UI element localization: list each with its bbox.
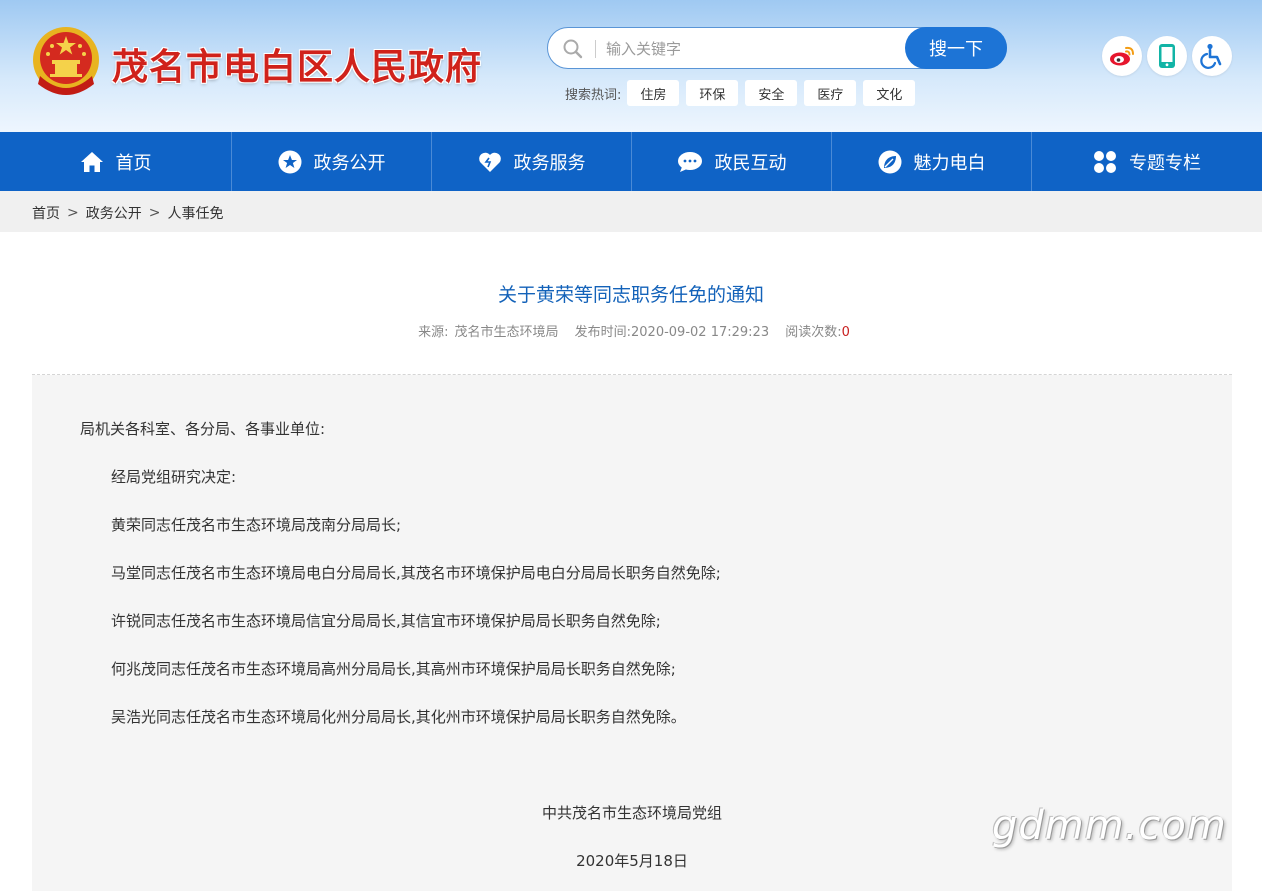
nav-label: 魅力电白 bbox=[913, 152, 986, 174]
mobile-icon bbox=[1159, 44, 1175, 68]
nav-label: 政务公开 bbox=[313, 152, 386, 174]
paragraph: 马堂同志任茂名市生态环境局电白分局局长,其茂名市环境保护局电白分局局长职务自然免… bbox=[111, 564, 721, 582]
time-value: 2020-09-02 17:29:23 bbox=[631, 325, 770, 340]
paragraph: 吴浩光同志任茂名市生态环境局化州分局局长,其化州市环境保护局局长职务自然免除。 bbox=[111, 708, 686, 726]
paragraph: 经局党组研究决定: bbox=[111, 468, 237, 486]
hot-tag-safety[interactable]: 安全 bbox=[745, 80, 798, 106]
hot-tag-environment[interactable]: 环保 bbox=[686, 80, 739, 106]
heart-icon bbox=[478, 152, 501, 172]
source-label: 来源: bbox=[418, 325, 449, 340]
document-date: 2020年5月18日 bbox=[576, 852, 688, 870]
accessibility-icon bbox=[1200, 43, 1222, 69]
paragraph: 许锐同志任茂名市生态环境局信宜分局局长,其信宜市环境保护局局长职务自然免除; bbox=[111, 612, 661, 630]
article-meta: 来源: 茂名市生态环境局 发布时间:2020-09-02 17:29:23 阅读次… bbox=[0, 321, 1262, 340]
weibo-button[interactable] bbox=[1102, 36, 1142, 76]
nav-label: 政民互动 bbox=[714, 152, 787, 174]
salutation: 局机关各科室、各分局、各事业单位: bbox=[80, 420, 326, 438]
nav-item-gov-services[interactable]: 政务服务 bbox=[432, 132, 632, 191]
breadcrumb-home[interactable]: 首页 bbox=[32, 203, 60, 223]
hot-search-label: 搜索热词: bbox=[565, 87, 622, 103]
chat-icon bbox=[677, 151, 702, 172]
hot-tag-medical[interactable]: 医疗 bbox=[804, 80, 857, 106]
grid-icon bbox=[1094, 150, 1116, 173]
leaf-icon bbox=[878, 150, 901, 173]
nav-item-gov-affairs[interactable]: 政务公开 bbox=[232, 132, 432, 191]
nav-item-charm-dianbai[interactable]: 魅力电白 bbox=[832, 132, 1032, 191]
hot-tag-culture[interactable]: 文化 bbox=[863, 80, 916, 106]
hot-search: 搜索热词: 住房 环保 安全 医疗 文化 bbox=[565, 80, 922, 106]
search-box: 搜一下 bbox=[547, 27, 1007, 69]
search-divider bbox=[595, 40, 596, 58]
star-icon bbox=[278, 150, 301, 173]
breadcrumb: 首页 > 政务公开 > 人事任免 bbox=[32, 203, 223, 223]
article-title: 关于黄荣等同志职务任免的通知 bbox=[497, 284, 764, 306]
breadcrumb-bar: 首页 > 政务公开 > 人事任免 bbox=[0, 191, 1262, 232]
site-header: 茂名市电白区人民政府 搜一下 搜索热词: 住房 环保 安全 医疗 文化 bbox=[0, 0, 1262, 132]
site-title[interactable]: 茂名市电白区人民政府 bbox=[112, 38, 482, 90]
main-nav: 首页 政务公开 政务服务 政民互动 魅力电白 专题专栏 bbox=[0, 132, 1262, 191]
home-icon bbox=[80, 151, 103, 172]
views-label: 阅读次数: bbox=[785, 325, 842, 340]
search-button[interactable]: 搜一下 bbox=[905, 27, 1007, 69]
breadcrumb-separator: > bbox=[148, 205, 161, 221]
weibo-icon bbox=[1110, 46, 1134, 66]
nav-label: 政务服务 bbox=[513, 152, 586, 174]
nav-item-interaction[interactable]: 政民互动 bbox=[632, 132, 832, 191]
breadcrumb-separator: > bbox=[67, 205, 79, 221]
hot-tag-housing[interactable]: 住房 bbox=[627, 80, 680, 106]
paragraph: 何兆茂同志任茂名市生态环境局高州分局局长,其高州市环境保护局局长职务自然免除; bbox=[111, 660, 676, 678]
views-count: 0 bbox=[841, 325, 850, 340]
breadcrumb-personnel[interactable]: 人事任免 bbox=[167, 203, 223, 223]
time-label: 发布时间: bbox=[574, 325, 632, 340]
nav-item-special-topics[interactable]: 专题专栏 bbox=[1032, 132, 1262, 191]
national-emblem-icon[interactable] bbox=[30, 24, 102, 98]
mobile-button[interactable] bbox=[1147, 36, 1187, 76]
nav-item-home[interactable]: 首页 bbox=[0, 132, 232, 191]
nav-label: 专题专栏 bbox=[1129, 152, 1201, 174]
site-watermark: gdmm.com bbox=[992, 803, 1227, 849]
accessibility-button[interactable] bbox=[1192, 36, 1232, 76]
search-icon bbox=[563, 39, 583, 59]
paragraph: 黄荣同志任茂名市生态环境局茂南分局局长; bbox=[111, 516, 402, 534]
breadcrumb-gov-affairs[interactable]: 政务公开 bbox=[86, 203, 142, 223]
nav-label: 首页 bbox=[115, 152, 152, 174]
source-value: 茂名市生态环境局 bbox=[454, 325, 559, 340]
search-input[interactable] bbox=[606, 36, 896, 62]
